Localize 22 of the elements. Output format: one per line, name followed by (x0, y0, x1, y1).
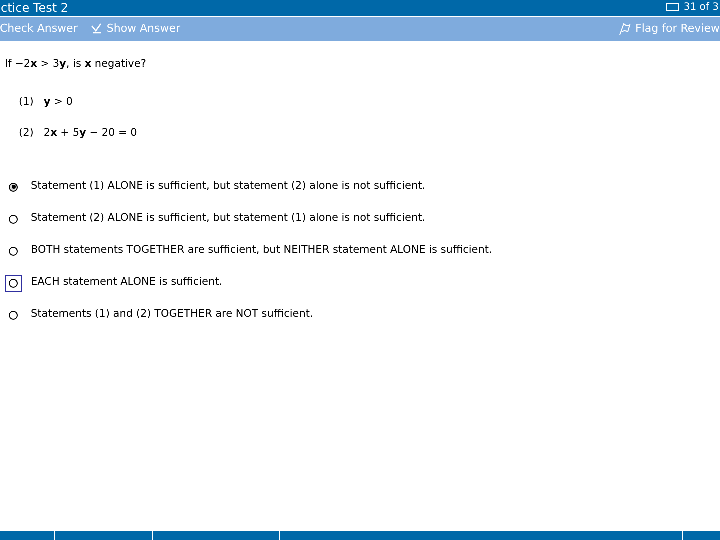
radio-button[interactable] (9, 278, 18, 288)
statement-number: (1) (19, 94, 34, 110)
statement-text: 2x + 5y − 20 = 0 (44, 126, 138, 140)
answer-option-text: BOTH statements TOGETHER are sufficient, but NEITHER statement ALONE is sufficient. (31, 243, 492, 258)
radio-button[interactable] (9, 310, 18, 320)
question-counter: 31 of 3 (684, 2, 720, 14)
pencil-check-icon (90, 23, 103, 35)
flag-icon (618, 22, 632, 36)
radio-button[interactable] (9, 182, 18, 192)
statement-number: (2) (19, 126, 34, 140)
window-title: ctice Test 2 (0, 1, 69, 15)
answer-option-text: Statement (2) ALONE is sufficient, but statement (1) alone is not sufficient. (31, 211, 426, 226)
show-answer-button[interactable]: Show Answer (90, 20, 181, 38)
statement-text: y > 0 (44, 94, 73, 110)
radio-button[interactable] (9, 246, 18, 256)
check-answer-button[interactable]: Check Answer (0, 20, 78, 38)
answer-option-text: Statements (1) and (2) TOGETHER are NOT sufficient. (31, 307, 314, 322)
flag-for-review-button[interactable]: Flag for Review (618, 20, 720, 38)
radio-button[interactable] (9, 214, 18, 224)
answer-option-text: EACH statement ALONE is sufficient. (31, 275, 223, 290)
question-stem: If −2x > 3y, is x negative? (5, 57, 148, 72)
answer-option-text: Statement (1) ALONE is sufficient, but statement (2) alone is not sufficient. (31, 179, 426, 194)
